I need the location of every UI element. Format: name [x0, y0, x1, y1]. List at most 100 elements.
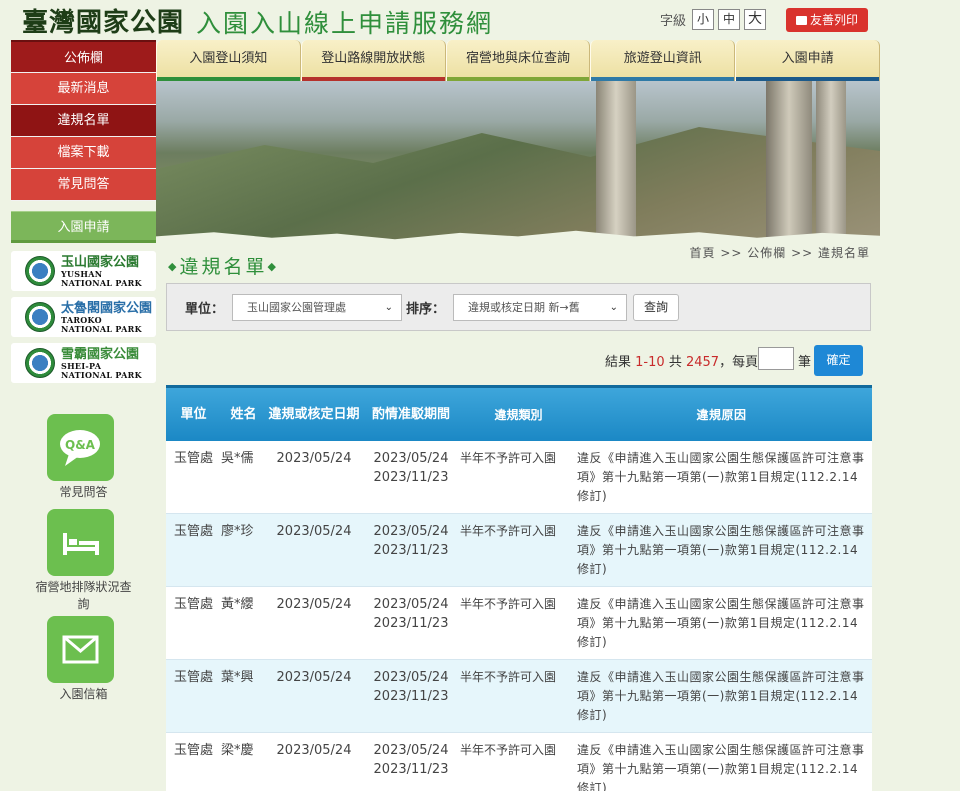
campsite-quick-label[interactable]: 宿營地排隊狀況查詢	[11, 579, 156, 613]
sidebar-item-news[interactable]: 最新消息	[11, 73, 156, 105]
tab-travel-info[interactable]: 旅遊登山資訊	[590, 40, 736, 81]
mountain-banner-image	[156, 81, 880, 241]
result-prefix: 結果	[605, 355, 632, 370]
cell-reason: 違反《申請進入玉山國家公園生態保護區許可注意事項》第十九點第一項第(一)款第1目…	[577, 451, 865, 503]
park-name-en-sub: NATIONAL PARK	[61, 323, 142, 334]
sort-select-value: 違規或核定日期 新→舊	[468, 300, 580, 314]
tab-campsite-query[interactable]: 宿營地與床位查詢	[445, 40, 591, 81]
sidebar-item-violations[interactable]: 違規名單	[11, 105, 156, 137]
diamond-icon: ◆	[267, 260, 279, 273]
cell-date: 2023/05/24	[276, 524, 352, 539]
cell-name: 梁*慶	[221, 743, 254, 758]
yushan-logo-icon	[25, 256, 55, 286]
faq-quick-label[interactable]: 常見問答	[11, 484, 156, 501]
park-name-en-sub: NATIONAL PARK	[61, 369, 142, 380]
taroko-logo-icon	[25, 302, 55, 332]
sidebar-header-bulletin[interactable]: 公佈欄	[11, 40, 156, 73]
font-large-button[interactable]: 大	[744, 9, 767, 30]
tab-entry-notes[interactable]: 入園登山須知	[156, 40, 301, 81]
table-body: 玉管處 吳*儒 2023/05/24 2023/05/24 2023/11/23 半年不予…	[166, 441, 872, 791]
cell-date: 2023/05/24	[276, 451, 352, 466]
col-category: 違規類別	[494, 407, 543, 422]
park-link-yushan[interactable]: 玉山國家公園 YUSHAN NATIONAL PARK	[11, 251, 156, 291]
col-date: 違規或核定日期	[268, 406, 360, 422]
unit-select[interactable]: 玉山國家公園管理處 ⌄	[232, 293, 403, 321]
cell-category: 半年不予許可入園	[460, 524, 557, 538]
park-link-taroko[interactable]: 太魯閣國家公園 TAROKO NATIONAL PARK	[11, 297, 156, 337]
font-medium-button[interactable]: 中	[718, 9, 741, 30]
sheipa-logo-icon	[25, 348, 55, 378]
cell-name: 吳*儒	[221, 451, 254, 466]
period-start: 2023/05/24	[373, 743, 449, 758]
cell-name: 廖*珍	[221, 524, 254, 539]
tab-apply[interactable]: 入園申請	[735, 40, 880, 81]
site-title[interactable]: 入園入山線上申請服務網	[196, 4, 493, 40]
logo-calligraphy[interactable]: 臺灣國家公園	[22, 2, 184, 39]
table-row: 玉管處 梁*慶 2023/05/24 2023/05/24 2023/11/23 半年不予…	[166, 733, 872, 791]
table-row: 玉管處 葉*興 2023/05/24 2023/05/24 2023/11/23 半年不予…	[166, 660, 872, 733]
query-button[interactable]: 查詢	[633, 293, 680, 321]
cell-name: 黃*纓	[221, 597, 254, 612]
unit-label: 單位：	[185, 301, 225, 317]
cell-period: 2023/05/24 2023/11/23	[362, 514, 460, 586]
cell-unit: 玉管處	[173, 451, 213, 466]
per-page-input[interactable]	[758, 347, 794, 370]
park-name-zh: 玉山國家公園	[61, 254, 140, 270]
per-page-unit: 筆	[798, 355, 812, 370]
cell-unit: 玉管處	[173, 597, 213, 612]
sidebar-item-faq[interactable]: 常見問答	[11, 169, 156, 201]
qa-icon-text: Q&A	[65, 438, 96, 452]
sidebar-item-apply[interactable]: 入園申請	[11, 211, 156, 243]
campsite-quick-button[interactable]	[47, 509, 114, 576]
print-button[interactable]: 友善列印	[786, 8, 868, 32]
cell-unit: 玉管處	[173, 670, 213, 685]
cell-reason: 違反《申請進入玉山國家公園生態保護區許可注意事項》第十九點第一項第(一)款第1目…	[577, 670, 865, 722]
result-range: 1-10	[635, 355, 665, 370]
tab-trail-status[interactable]: 登山路線開放狀態	[300, 40, 446, 81]
faq-quick-button[interactable]: Q&A	[47, 414, 114, 481]
table-header: 單位 姓名 違規或核定日期 酌情准駁期間 違規類別 違規原因	[166, 385, 872, 441]
cell-category: 半年不予許可入園	[460, 743, 557, 757]
font-size-switcher: 字級 小 中 大	[660, 9, 767, 30]
result-per-page-text: ，每頁	[719, 355, 759, 370]
park-name-en-sub: NATIONAL PARK	[61, 277, 142, 288]
qa-icon: Q&A	[60, 430, 100, 466]
font-small-button[interactable]: 小	[692, 9, 715, 30]
cell-name: 葉*興	[221, 670, 254, 685]
table-row: 玉管處 廖*珍 2023/05/24 2023/05/24 2023/11/23 半年不予…	[166, 514, 872, 587]
period-end: 2023/11/23	[373, 689, 449, 704]
confirm-button[interactable]: 確定	[814, 345, 863, 376]
diamond-icon: ◆	[168, 260, 180, 273]
cell-category: 半年不予許可入園	[460, 597, 557, 611]
cell-category: 半年不予許可入園	[460, 670, 557, 684]
park-name-en: YUSHAN	[61, 268, 103, 279]
chevron-down-icon: ⌄	[384, 301, 394, 313]
cell-unit: 玉管處	[173, 743, 213, 758]
left-sidebar: 公佈欄 最新消息 違規名單 檔案下載 常見問答 入園申請 玉山國家公園 YUSHA…	[11, 40, 156, 383]
period-end: 2023/11/23	[373, 543, 449, 558]
cell-category: 半年不予許可入園	[460, 451, 557, 465]
top-navigation: 入園登山須知 登山路線開放狀態 宿營地與床位查詢 旅遊登山資訊 入園申請	[156, 40, 880, 81]
mailbox-quick-label[interactable]: 入園信箱	[11, 686, 156, 703]
sort-select[interactable]: 違規或核定日期 新→舊 ⌄	[453, 293, 628, 321]
font-size-label: 字級	[660, 14, 687, 29]
park-link-sheipa[interactable]: 雪霸國家公園 SHEI-PA NATIONAL PARK	[11, 343, 156, 383]
breadcrumb[interactable]: 首頁 >> 公佈欄 >> 違規名單	[690, 244, 870, 261]
cell-reason: 違反《申請進入玉山國家公園生態保護區許可注意事項》第十九點第一項第(一)款第1目…	[577, 597, 865, 649]
sidebar-item-downloads[interactable]: 檔案下載	[11, 137, 156, 169]
violation-table: 單位 姓名 違規或核定日期 酌情准駁期間 違規類別 違規原因 玉管處 吳*儒 202…	[166, 385, 872, 791]
cell-reason: 違反《申請進入玉山國家公園生態保護區許可注意事項》第十九點第一項第(一)款第1目…	[577, 743, 865, 791]
park-name-zh: 雪霸國家公園	[61, 346, 140, 362]
sort-label: 排序：	[406, 301, 446, 317]
result-summary: 結果 1-10 共 2457，每頁	[605, 351, 758, 370]
bed-icon	[63, 533, 99, 555]
cell-period: 2023/05/24 2023/11/23	[362, 587, 460, 659]
result-total-word: 共	[668, 355, 682, 370]
park-name-en: TAROKO	[61, 314, 102, 325]
cell-unit: 玉管處	[173, 524, 213, 539]
mail-icon	[62, 635, 99, 664]
period-start: 2023/05/24	[373, 451, 449, 466]
mailbox-quick-button[interactable]	[47, 616, 114, 683]
cell-period: 2023/05/24 2023/11/23	[362, 733, 460, 791]
cell-date: 2023/05/24	[276, 670, 352, 685]
